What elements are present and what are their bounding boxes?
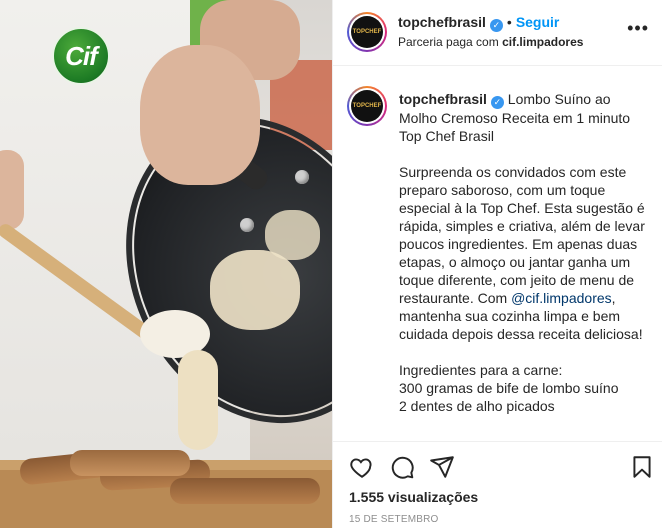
view-count[interactable]: 1.555 visualizações: [349, 489, 478, 505]
pork-slice: [170, 478, 320, 504]
cif-logo: Cif: [52, 27, 110, 85]
pan-rivet: [240, 218, 254, 232]
partner-link[interactable]: cif.limpadores: [502, 35, 583, 49]
more-options-icon[interactable]: •••: [627, 18, 649, 39]
topchef-logo: TOPCHEF: [351, 90, 383, 122]
heart-icon[interactable]: [349, 454, 375, 480]
sauce-drip: [178, 350, 218, 450]
pork-slice: [70, 450, 190, 476]
chef-hand: [0, 150, 24, 230]
caption-body: Surpreenda os convidados com este prepar…: [399, 164, 645, 306]
mention-link[interactable]: @cif.limpadores: [511, 290, 612, 306]
caption-text: topchefbrasil ✓ Lombo Suíno ao Molho Crem…: [399, 90, 645, 415]
chef-hand: [140, 45, 260, 185]
username-link[interactable]: topchefbrasil: [398, 14, 486, 30]
verified-icon: ✓: [489, 19, 503, 32]
post-video[interactable]: Cif: [0, 0, 332, 528]
post-date[interactable]: 15 DE SETEMBRO: [349, 514, 439, 525]
separator-dot: •: [506, 14, 512, 30]
ingredient-item: 300 gramas de bife de lombo suíno: [399, 380, 619, 396]
bookmark-icon[interactable]: [629, 454, 655, 480]
comment-icon[interactable]: [389, 454, 415, 480]
cream-sauce: [210, 250, 300, 330]
follow-button[interactable]: Seguir: [516, 14, 560, 30]
avatar[interactable]: TOPCHEF: [347, 12, 387, 52]
action-bar: 1.555 visualizações 15 DE SETEMBRO: [333, 441, 662, 528]
header-title-row: topchefbrasil ✓ • Seguir: [398, 14, 559, 32]
cream-sauce: [265, 210, 320, 260]
pan-rivet: [295, 170, 309, 184]
paid-partnership-label: Parceria paga com cif.limpadores: [398, 35, 584, 49]
post-panel: TOPCHEF topchefbrasil ✓ • Seguir Parceria p…: [332, 0, 662, 528]
ingredients-heading: Ingredientes para a carne:: [399, 362, 563, 378]
ingredient-item: 2 dentes de alho picados: [399, 398, 555, 414]
post-header: TOPCHEF topchefbrasil ✓ • Seguir Parceria p…: [333, 0, 662, 66]
avatar[interactable]: TOPCHEF: [347, 86, 387, 126]
caption-username-link[interactable]: topchefbrasil: [399, 91, 487, 107]
share-icon[interactable]: [429, 454, 455, 480]
topchef-logo: TOPCHEF: [351, 16, 383, 48]
caption-area: TOPCHEF topchefbrasil ✓ Lombo Suíno ao Mo…: [333, 66, 662, 441]
verified-icon: ✓: [490, 96, 504, 109]
